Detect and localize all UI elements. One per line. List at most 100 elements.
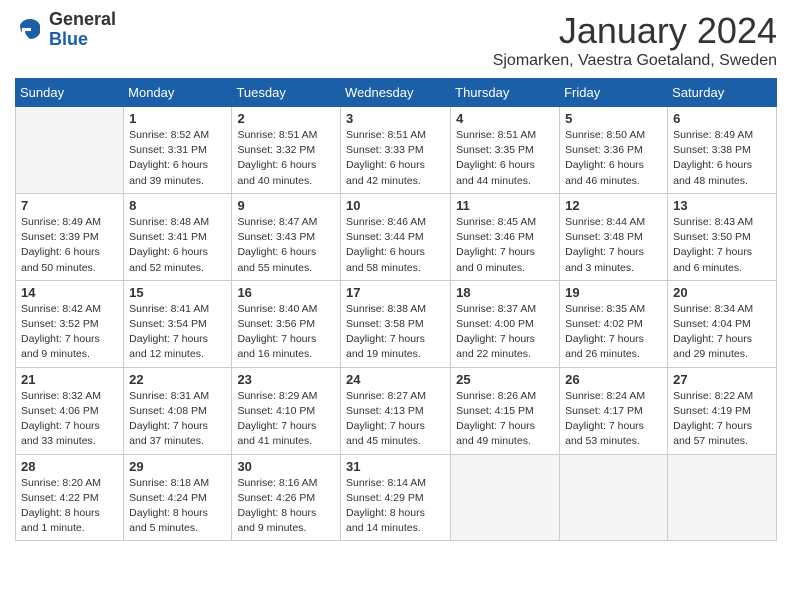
cell-day-number: 24 xyxy=(346,372,445,387)
calendar-cell: 14 Sunrise: 8:42 AM Sunset: 3:52 PM Dayli… xyxy=(16,280,124,367)
calendar-cell: 5Sunrise: 8:50 AM Sunset: 3:36 PM Daylig… xyxy=(560,107,668,194)
cell-info: Sunrise: 8:37 AM Sunset: 4:00 PM Dayligh… xyxy=(456,302,554,363)
weekday-header-thursday: Thursday xyxy=(451,79,560,107)
cell-day-number: 27 xyxy=(673,372,771,387)
calendar-cell: 10 Sunrise: 8:46 AM Sunset: 3:44 PM Dayli… xyxy=(341,193,451,280)
calendar-cell: 25 Sunrise: 8:26 AM Sunset: 4:15 PM Dayli… xyxy=(451,367,560,454)
calendar-cell: 27 Sunrise: 8:22 AM Sunset: 4:19 PM Dayli… xyxy=(668,367,777,454)
cell-day-number: 26 xyxy=(565,372,662,387)
calendar-cell: 20 Sunrise: 8:34 AM Sunset: 4:04 PM Dayli… xyxy=(668,280,777,367)
location: Sjomarken, Vaestra Goetaland, Sweden xyxy=(493,52,777,70)
cell-info: Sunrise: 8:44 AM Sunset: 3:48 PM Dayligh… xyxy=(565,215,662,276)
calendar-cell: 16Sunrise: 8:40 AM Sunset: 3:56 PM Dayli… xyxy=(232,280,341,367)
week-row-1: 1 Sunrise: 8:52 AM Sunset: 3:31 PM Daylig… xyxy=(16,107,777,194)
calendar-cell xyxy=(560,454,668,541)
cell-day-number: 3 xyxy=(346,111,445,126)
cell-info: Sunrise: 8:47 AM Sunset: 3:43 PM Dayligh… xyxy=(237,215,335,276)
logo-text: General Blue xyxy=(49,10,116,50)
cell-info: Sunrise: 8:26 AM Sunset: 4:15 PM Dayligh… xyxy=(456,389,554,450)
calendar-cell: 8Sunrise: 8:48 AM Sunset: 3:41 PM Daylig… xyxy=(124,193,232,280)
cell-info: Sunrise: 8:49 AM Sunset: 3:38 PM Dayligh… xyxy=(673,128,771,189)
cell-day-number: 2 xyxy=(237,111,335,126)
calendar-cell: 15Sunrise: 8:41 AM Sunset: 3:54 PM Dayli… xyxy=(124,280,232,367)
cell-info: Sunrise: 8:18 AM Sunset: 4:24 PM Dayligh… xyxy=(129,476,226,537)
cell-info: Sunrise: 8:51 AM Sunset: 3:33 PM Dayligh… xyxy=(346,128,445,189)
title-area: January 2024 Sjomarken, Vaestra Goetalan… xyxy=(493,10,777,70)
cell-info: Sunrise: 8:27 AM Sunset: 4:13 PM Dayligh… xyxy=(346,389,445,450)
week-row-4: 21 Sunrise: 8:32 AM Sunset: 4:06 PM Dayli… xyxy=(16,367,777,454)
cell-info: Sunrise: 8:51 AM Sunset: 3:35 PM Dayligh… xyxy=(456,128,554,189)
cell-info: Sunrise: 8:24 AM Sunset: 4:17 PM Dayligh… xyxy=(565,389,662,450)
weekday-header-monday: Monday xyxy=(124,79,232,107)
cell-day-number: 28 xyxy=(21,459,118,474)
cell-day-number: 29 xyxy=(129,459,226,474)
cell-day-number: 6 xyxy=(673,111,771,126)
cell-day-number: 30 xyxy=(237,459,335,474)
cell-day-number: 16 xyxy=(237,285,335,300)
calendar-cell: 3 Sunrise: 8:51 AM Sunset: 3:33 PM Daylig… xyxy=(341,107,451,194)
calendar-cell: 22Sunrise: 8:31 AM Sunset: 4:08 PM Dayli… xyxy=(124,367,232,454)
cell-info: Sunrise: 8:14 AM Sunset: 4:29 PM Dayligh… xyxy=(346,476,445,537)
cell-day-number: 25 xyxy=(456,372,554,387)
cell-day-number: 17 xyxy=(346,285,445,300)
cell-info: Sunrise: 8:34 AM Sunset: 4:04 PM Dayligh… xyxy=(673,302,771,363)
calendar-cell: 13 Sunrise: 8:43 AM Sunset: 3:50 PM Dayli… xyxy=(668,193,777,280)
cell-day-number: 31 xyxy=(346,459,445,474)
cell-day-number: 4 xyxy=(456,111,554,126)
calendar-cell: 26 Sunrise: 8:24 AM Sunset: 4:17 PM Dayli… xyxy=(560,367,668,454)
page-header: General Blue January 2024 Sjomarken, Vae… xyxy=(15,10,777,70)
calendar-cell: 9 Sunrise: 8:47 AM Sunset: 3:43 PM Daylig… xyxy=(232,193,341,280)
cell-day-number: 20 xyxy=(673,285,771,300)
weekday-header-sunday: Sunday xyxy=(16,79,124,107)
cell-day-number: 23 xyxy=(237,372,335,387)
cell-info: Sunrise: 8:46 AM Sunset: 3:44 PM Dayligh… xyxy=(346,215,445,276)
weekday-header-friday: Friday xyxy=(560,79,668,107)
cell-info: Sunrise: 8:22 AM Sunset: 4:19 PM Dayligh… xyxy=(673,389,771,450)
calendar-cell: 24 Sunrise: 8:27 AM Sunset: 4:13 PM Dayli… xyxy=(341,367,451,454)
weekday-header-wednesday: Wednesday xyxy=(341,79,451,107)
calendar-cell: 30 Sunrise: 8:16 AM Sunset: 4:26 PM Dayli… xyxy=(232,454,341,541)
cell-info: Sunrise: 8:42 AM Sunset: 3:52 PM Dayligh… xyxy=(21,302,118,363)
cell-info: Sunrise: 8:52 AM Sunset: 3:31 PM Dayligh… xyxy=(129,128,226,189)
cell-info: Sunrise: 8:38 AM Sunset: 3:58 PM Dayligh… xyxy=(346,302,445,363)
calendar-cell: 17 Sunrise: 8:38 AM Sunset: 3:58 PM Dayli… xyxy=(341,280,451,367)
cell-info: Sunrise: 8:43 AM Sunset: 3:50 PM Dayligh… xyxy=(673,215,771,276)
cell-day-number: 14 xyxy=(21,285,118,300)
cell-info: Sunrise: 8:16 AM Sunset: 4:26 PM Dayligh… xyxy=(237,476,335,537)
cell-day-number: 1 xyxy=(129,111,226,126)
week-row-3: 14 Sunrise: 8:42 AM Sunset: 3:52 PM Dayli… xyxy=(16,280,777,367)
cell-info: Sunrise: 8:32 AM Sunset: 4:06 PM Dayligh… xyxy=(21,389,118,450)
cell-day-number: 12 xyxy=(565,198,662,213)
cell-info: Sunrise: 8:31 AM Sunset: 4:08 PM Dayligh… xyxy=(129,389,226,450)
cell-info: Sunrise: 8:49 AM Sunset: 3:39 PM Dayligh… xyxy=(21,215,118,276)
calendar-cell: 31 Sunrise: 8:14 AM Sunset: 4:29 PM Dayli… xyxy=(341,454,451,541)
week-row-2: 7 Sunrise: 8:49 AM Sunset: 3:39 PM Daylig… xyxy=(16,193,777,280)
cell-day-number: 9 xyxy=(237,198,335,213)
logo: General Blue xyxy=(15,10,116,50)
calendar-cell xyxy=(451,454,560,541)
week-row-5: 28Sunrise: 8:20 AM Sunset: 4:22 PM Dayli… xyxy=(16,454,777,541)
cell-day-number: 8 xyxy=(129,198,226,213)
cell-day-number: 7 xyxy=(21,198,118,213)
calendar-cell: 6 Sunrise: 8:49 AM Sunset: 3:38 PM Daylig… xyxy=(668,107,777,194)
cell-day-number: 15 xyxy=(129,285,226,300)
cell-info: Sunrise: 8:45 AM Sunset: 3:46 PM Dayligh… xyxy=(456,215,554,276)
cell-day-number: 21 xyxy=(21,372,118,387)
cell-info: Sunrise: 8:50 AM Sunset: 3:36 PM Dayligh… xyxy=(565,128,662,189)
calendar-cell: 2 Sunrise: 8:51 AM Sunset: 3:32 PM Daylig… xyxy=(232,107,341,194)
calendar-cell: 4 Sunrise: 8:51 AM Sunset: 3:35 PM Daylig… xyxy=(451,107,560,194)
calendar-cell: 12 Sunrise: 8:44 AM Sunset: 3:48 PM Dayli… xyxy=(560,193,668,280)
weekday-header-row: SundayMondayTuesdayWednesdayThursdayFrid… xyxy=(16,79,777,107)
cell-day-number: 19 xyxy=(565,285,662,300)
logo-icon xyxy=(15,15,45,45)
cell-info: Sunrise: 8:29 AM Sunset: 4:10 PM Dayligh… xyxy=(237,389,335,450)
cell-info: Sunrise: 8:51 AM Sunset: 3:32 PM Dayligh… xyxy=(237,128,335,189)
calendar-cell: 23 Sunrise: 8:29 AM Sunset: 4:10 PM Dayli… xyxy=(232,367,341,454)
cell-day-number: 10 xyxy=(346,198,445,213)
calendar-cell: 1 Sunrise: 8:52 AM Sunset: 3:31 PM Daylig… xyxy=(124,107,232,194)
calendar-cell: 11Sunrise: 8:45 AM Sunset: 3:46 PM Dayli… xyxy=(451,193,560,280)
calendar-cell: 18Sunrise: 8:37 AM Sunset: 4:00 PM Dayli… xyxy=(451,280,560,367)
month-title: January 2024 xyxy=(493,10,777,52)
cell-day-number: 13 xyxy=(673,198,771,213)
calendar: SundayMondayTuesdayWednesdayThursdayFrid… xyxy=(15,78,777,541)
